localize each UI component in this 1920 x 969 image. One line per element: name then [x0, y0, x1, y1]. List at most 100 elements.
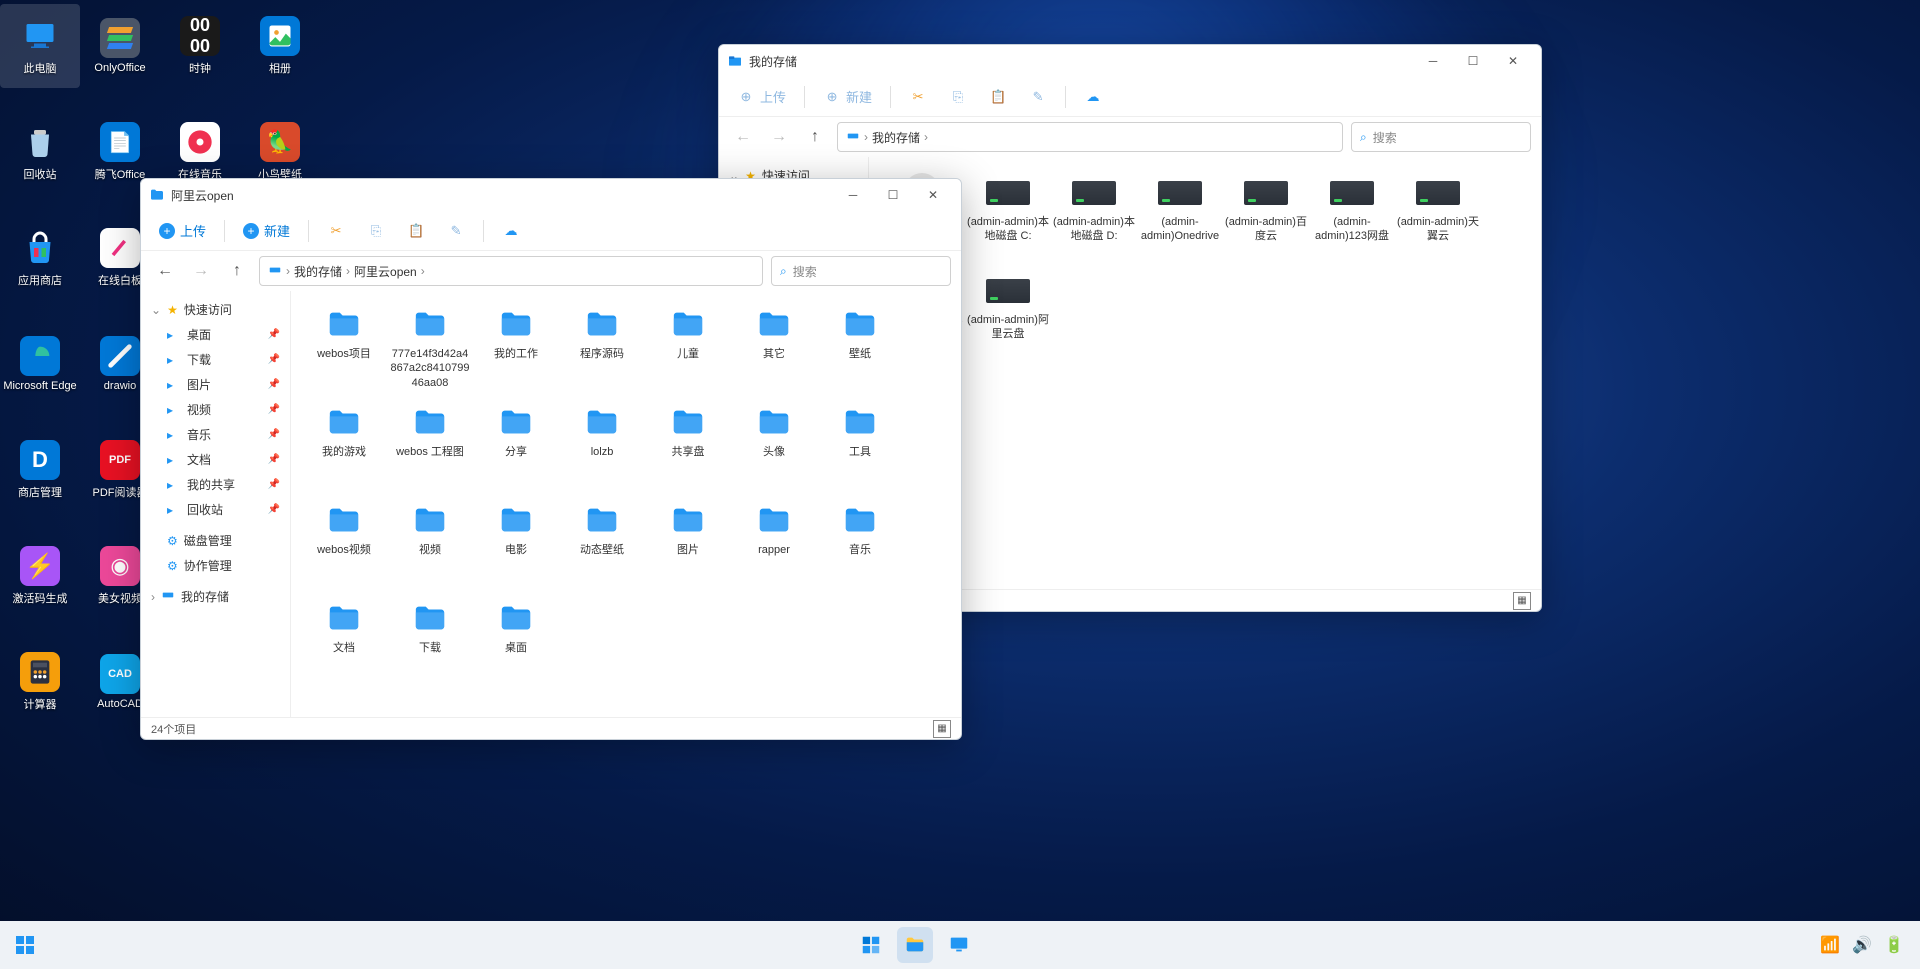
close-button[interactable]: ✕	[1493, 45, 1533, 77]
back-button[interactable]: ←	[151, 257, 179, 285]
view-toggle-button[interactable]: ▦	[1513, 592, 1531, 610]
folder-item[interactable]: 我的工作	[475, 303, 557, 393]
folder-item[interactable]: webos 工程图	[389, 401, 471, 491]
folder-item[interactable]: lolzb	[561, 401, 643, 491]
rename-button[interactable]: ✎	[1021, 84, 1055, 110]
minimize-button[interactable]: ─	[833, 179, 873, 211]
sidebar-item-5[interactable]: ▸文档📌	[141, 447, 290, 472]
folder-item[interactable]: webos视频	[303, 499, 385, 589]
cut-button[interactable]: ✂	[901, 84, 935, 110]
folder-item[interactable]: 共享盘	[647, 401, 729, 491]
paste-button[interactable]: 📋	[981, 84, 1015, 110]
view-toggle-button[interactable]: ▦	[933, 720, 951, 738]
drive-item[interactable]: (admin-admin)天翼云	[1397, 169, 1479, 259]
folder-item[interactable]: 文档	[303, 597, 385, 687]
desktop-icon-edge[interactable]: Microsoft Edge	[0, 322, 80, 406]
folder-item[interactable]: 其它	[733, 303, 815, 393]
folder-item[interactable]: 工具	[819, 401, 901, 491]
battery-icon[interactable]: 🔋	[1884, 935, 1904, 955]
folder-item[interactable]: 下载	[389, 597, 471, 687]
search-box[interactable]: ⌕ 搜索	[1351, 122, 1531, 152]
maximize-button[interactable]: ☐	[873, 179, 913, 211]
folder-item[interactable]: 777e14f3d42a4867a2c841079946aa08	[389, 303, 471, 393]
sidebar-item-4[interactable]: ▸音乐📌	[141, 422, 290, 447]
rename-button[interactable]: ✎	[439, 218, 473, 244]
desktop-icon-clock[interactable]: 0000时钟	[160, 4, 240, 88]
folder-item[interactable]: rapper	[733, 499, 815, 589]
up-button[interactable]: ↑	[801, 123, 829, 151]
taskbar-computer-icon[interactable]	[941, 927, 977, 963]
titlebar[interactable]: 阿里云open ─ ☐ ✕	[141, 179, 961, 211]
desktop-icon-computer[interactable]: 此电脑	[0, 4, 80, 88]
drive-item[interactable]: (admin-admin)123网盘	[1311, 169, 1393, 259]
folder-item[interactable]: 头像	[733, 401, 815, 491]
cloud-button[interactable]: ☁	[494, 218, 528, 244]
desktop-icon-calc[interactable]: 计算器	[0, 640, 80, 724]
up-button[interactable]: ↑	[223, 257, 251, 285]
sidebar-item-2[interactable]: ▸图片📌	[141, 372, 290, 397]
music-small-icon: ▸	[167, 428, 181, 442]
sidebar-item-0[interactable]: ▸桌面📌	[141, 322, 290, 347]
address-bar[interactable]: › 我的存储 › 阿里云open ›	[259, 256, 763, 286]
drive-item[interactable]: (admin-admin)本地磁盘 C:	[967, 169, 1049, 259]
content-area[interactable]: (admin-admin)本地磁盘 C:(admin-admin)本地磁盘 D:…	[869, 157, 1541, 589]
sidebar-quick-access[interactable]: ⌄★快速访问	[141, 297, 290, 322]
content-area[interactable]: webos项目777e14f3d42a4867a2c841079946aa08我…	[291, 291, 961, 717]
breadcrumb-item[interactable]: 我的存储	[872, 129, 920, 146]
folder-item[interactable]: 桌面	[475, 597, 557, 687]
drive-item[interactable]: (admin-admin)百度云	[1225, 169, 1307, 259]
breadcrumb-0[interactable]: 我的存储	[294, 263, 342, 280]
desktop-icon-store[interactable]: 应用商店	[0, 216, 80, 300]
drive-item[interactable]: (admin-admin)本地磁盘 D:	[1053, 169, 1135, 259]
desktop-icon-recycle[interactable]: 回收站	[0, 110, 80, 194]
desktop-icon-keygen[interactable]: ⚡激活码生成	[0, 534, 80, 618]
folder-item[interactable]: webos项目	[303, 303, 385, 393]
folder-item[interactable]: 视频	[389, 499, 471, 589]
volume-icon[interactable]: 🔊	[1852, 935, 1872, 955]
drive-item[interactable]: (admin-admin)Onedrive	[1139, 169, 1221, 259]
forward-button[interactable]: →	[187, 257, 215, 285]
sidebar-item-6[interactable]: ▸我的共享📌	[141, 472, 290, 497]
folder-item[interactable]: 分享	[475, 401, 557, 491]
sidebar-item-7[interactable]: ▸回收站📌	[141, 497, 290, 522]
paste-button[interactable]: 📋	[399, 218, 433, 244]
folder-item[interactable]: 电影	[475, 499, 557, 589]
sidebar-item-1[interactable]: ▸下载📌	[141, 347, 290, 372]
copy-button[interactable]: ⎘	[359, 218, 393, 244]
sidebar-disk-mgmt[interactable]: ⚙磁盘管理	[141, 528, 290, 553]
desktop-icon-storemgr[interactable]: D商店管理	[0, 428, 80, 512]
start-button[interactable]	[7, 927, 43, 963]
upload-button[interactable]: ⊕上传	[729, 83, 794, 110]
new-button[interactable]: ⊕新建	[815, 83, 880, 110]
desktop-icon-onlyoffice[interactable]: OnlyOffice	[80, 4, 160, 88]
folder-item[interactable]: 动态壁纸	[561, 499, 643, 589]
titlebar[interactable]: 我的存储 ─ ☐ ✕	[719, 45, 1541, 77]
cut-button[interactable]: ✂	[319, 218, 353, 244]
upload-button[interactable]: +上传	[151, 217, 214, 244]
address-bar[interactable]: › 我的存储 ›	[837, 122, 1343, 152]
sidebar-my-storage[interactable]: ›我的存储	[141, 584, 290, 609]
drive-item[interactable]: (admin-admin)阿里云盘	[967, 267, 1049, 357]
folder-item[interactable]: 音乐	[819, 499, 901, 589]
folder-item[interactable]: 我的游戏	[303, 401, 385, 491]
breadcrumb-1[interactable]: 阿里云open	[354, 263, 417, 280]
wifi-icon[interactable]: 📶	[1820, 935, 1840, 955]
folder-item[interactable]: 图片	[647, 499, 729, 589]
folder-item[interactable]: 程序源码	[561, 303, 643, 393]
taskbar-start-icon[interactable]	[853, 927, 889, 963]
maximize-button[interactable]: ☐	[1453, 45, 1493, 77]
back-button[interactable]: ←	[729, 123, 757, 151]
sidebar-collab[interactable]: ⚙协作管理	[141, 553, 290, 578]
copy-button[interactable]: ⎘	[941, 84, 975, 110]
folder-item[interactable]: 壁纸	[819, 303, 901, 393]
cloud-button[interactable]: ☁	[1076, 84, 1110, 110]
sidebar-item-3[interactable]: ▸视频📌	[141, 397, 290, 422]
search-box[interactable]: ⌕ 搜索	[771, 256, 951, 286]
new-button[interactable]: +新建	[235, 217, 298, 244]
minimize-button[interactable]: ─	[1413, 45, 1453, 77]
forward-button[interactable]: →	[765, 123, 793, 151]
folder-item[interactable]: 儿童	[647, 303, 729, 393]
taskbar-explorer-icon[interactable]	[897, 927, 933, 963]
desktop-icon-album[interactable]: 相册	[240, 4, 320, 88]
close-button[interactable]: ✕	[913, 179, 953, 211]
